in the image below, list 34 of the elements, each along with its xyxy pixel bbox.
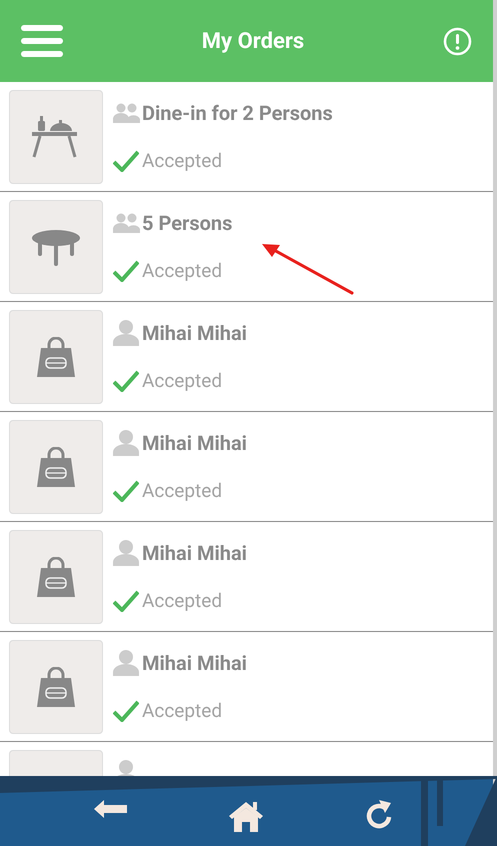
order-name: Mihai Mihai (142, 430, 247, 457)
order-status: Accepted (142, 148, 222, 174)
order-status: Accepted (142, 368, 222, 394)
shopping-bag-icon (37, 447, 75, 487)
order-name: Mihai Mihai (142, 540, 247, 567)
shopping-bag-icon (37, 667, 75, 707)
person-icon (113, 540, 139, 566)
refresh-icon[interactable] (365, 800, 393, 830)
order-row[interactable]: 5 Persons Accepted (0, 192, 493, 302)
people-icon (113, 103, 140, 123)
order-status: Accepted (142, 478, 222, 504)
person-icon (113, 320, 139, 346)
person-icon (113, 430, 139, 456)
order-row[interactable]: Mihai Mihai Accepted (0, 412, 493, 522)
home-icon[interactable] (229, 800, 263, 832)
order-name: Mihai Mihai (142, 650, 247, 677)
order-row[interactable]: Mihai Mihai Accepted (0, 522, 493, 632)
order-row[interactable]: Mihai Mihai Accepted (0, 632, 493, 742)
order-status: Accepted (142, 698, 222, 724)
order-status: Accepted (142, 258, 222, 284)
back-arrow-icon[interactable] (94, 800, 127, 818)
order-name: Dine-in for 2 Persons (142, 100, 333, 127)
shopping-bag-icon (37, 337, 75, 377)
order-status: Accepted (142, 588, 222, 614)
table-icon (32, 116, 80, 158)
order-name: Mihai Mihai (142, 320, 247, 347)
people-icon (113, 213, 140, 233)
page-title: My Orders (202, 28, 304, 56)
round-table-icon (32, 228, 80, 266)
order-row[interactable]: Mihai Mihai Accepted (0, 302, 493, 412)
order-name: 5 Persons (142, 210, 232, 237)
shopping-bag-icon (37, 557, 75, 597)
person-icon (113, 650, 139, 676)
order-row[interactable]: Dine-in for 2 Persons Accepted (0, 82, 493, 192)
